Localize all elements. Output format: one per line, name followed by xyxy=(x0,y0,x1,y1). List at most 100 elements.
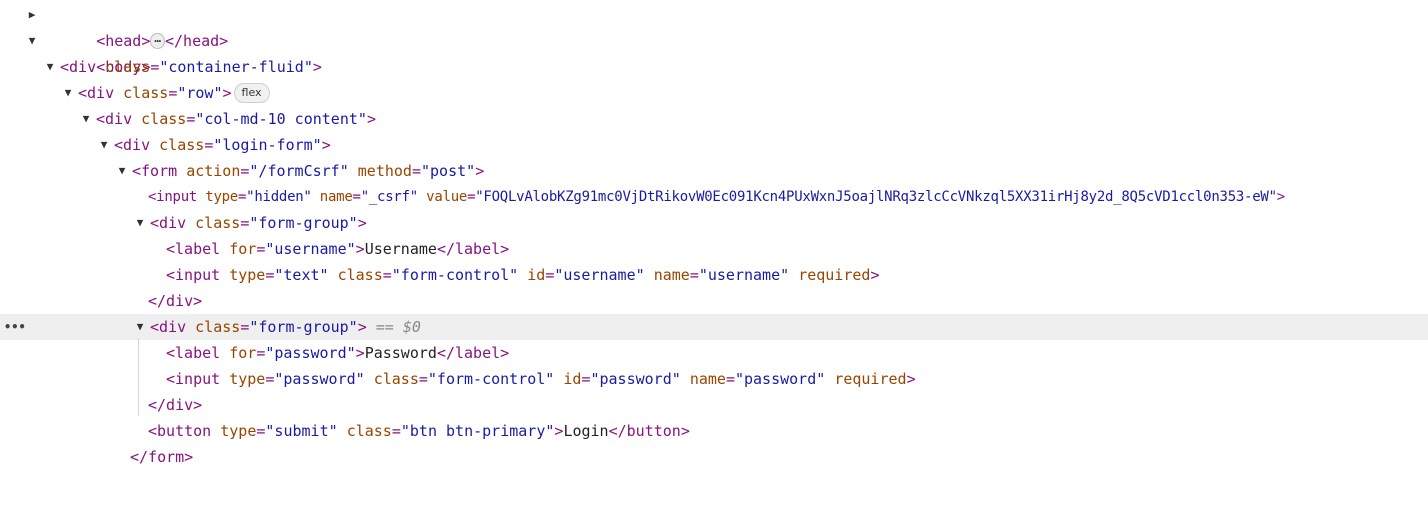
attr-value: "password" xyxy=(265,344,356,362)
attr-value: "username" xyxy=(265,240,356,258)
attr-value: "post" xyxy=(421,162,476,180)
node-container-fluid[interactable]: ▼ <div class="container-fluid"> xyxy=(0,54,1428,80)
node-close-div[interactable]: </div> xyxy=(0,288,1428,314)
node-username-input[interactable]: <input type="text" class="form-control" … xyxy=(0,262,1428,288)
attr-value: "_csrf" xyxy=(360,189,419,205)
expanded-arrow-icon[interactable]: ▼ xyxy=(80,106,92,132)
tag-close: </button> xyxy=(608,422,690,440)
attr-name: class xyxy=(337,266,383,284)
attr-name: class xyxy=(105,58,151,76)
tag-open: <div xyxy=(150,214,187,232)
attr-value: "form-control" xyxy=(427,370,555,388)
attr-value: "/formCsrf" xyxy=(249,162,349,180)
attr-value: "submit" xyxy=(265,422,338,440)
tag-open: <div xyxy=(60,58,97,76)
collapsed-arrow-icon[interactable]: ▶ xyxy=(26,2,38,28)
expanded-arrow-icon[interactable]: ▼ xyxy=(134,314,146,340)
tag-close: </label> xyxy=(436,344,510,362)
attr-name: action xyxy=(186,162,241,180)
tag-end: > xyxy=(355,344,365,362)
selected-node-marker: == $0 xyxy=(375,318,421,336)
tag-end: > xyxy=(222,84,232,102)
tag-open: <input xyxy=(166,370,221,388)
tag-end: > xyxy=(357,214,367,232)
attr-name: name xyxy=(319,189,353,205)
attr-name: method xyxy=(357,162,412,180)
attr-name: required xyxy=(834,370,907,388)
attr-name: for xyxy=(229,240,257,258)
attr-value: "hidden" xyxy=(246,189,312,205)
flex-badge[interactable]: flex xyxy=(233,82,270,103)
node-row[interactable]: ▼ <div class="row"> flex xyxy=(0,80,1428,106)
text-node: Username xyxy=(364,240,437,258)
tag-close: </div> xyxy=(148,292,203,310)
expanded-arrow-icon[interactable]: ▼ xyxy=(116,158,128,184)
tag-end: > xyxy=(906,370,916,388)
tag-end: > xyxy=(321,136,331,154)
attr-value: "col-md-10 content" xyxy=(195,110,367,128)
node-submit-button[interactable]: <button type="submit" class="btn btn-pri… xyxy=(0,418,1428,444)
tag-open: <div xyxy=(150,318,187,336)
attr-name: type xyxy=(220,422,257,440)
expanded-arrow-icon[interactable]: ▼ xyxy=(134,210,146,236)
attr-value: "password" xyxy=(590,370,681,388)
attr-value: "username" xyxy=(698,266,790,284)
attr-value: "form-group" xyxy=(249,318,358,336)
expanded-arrow-icon[interactable]: ▼ xyxy=(44,54,56,80)
tag-close: </form> xyxy=(130,448,194,466)
node-csrf-input[interactable]: <input type="hidden" name="_csrf" value=… xyxy=(0,184,1428,210)
attr-value: "btn btn-primary" xyxy=(400,422,555,440)
tag-end: > xyxy=(366,110,376,128)
attr-name: class xyxy=(346,422,392,440)
attr-value: "username" xyxy=(554,266,645,284)
node-login-form[interactable]: ▼ <div class="login-form"> xyxy=(0,132,1428,158)
tag-end: > xyxy=(355,240,365,258)
attr-name: class xyxy=(373,370,419,388)
tag-open: <div xyxy=(78,84,115,102)
node-col[interactable]: ▼ <div class="col-md-10 content"> xyxy=(0,106,1428,132)
expanded-arrow-icon[interactable]: ▼ xyxy=(26,28,38,54)
node-body[interactable]: ▼ <body> xyxy=(0,28,1428,76)
attr-value: "password" xyxy=(734,370,826,388)
node-username-label[interactable]: <label for="username">Username</label> xyxy=(0,236,1428,262)
tag-end: > xyxy=(475,162,485,180)
attr-name: name xyxy=(689,370,726,388)
attr-name: type xyxy=(229,266,266,284)
tag-end: > xyxy=(870,266,880,284)
tag-close: </label> xyxy=(436,240,510,258)
node-head[interactable]: ▶ <head>… </head> xyxy=(0,2,1428,50)
node-form-group[interactable]: ▼ <div class="form-group"> xyxy=(0,210,1428,236)
tag-open: <label xyxy=(166,344,221,362)
node-close-div[interactable]: </div> xyxy=(0,392,1428,418)
node-close-form[interactable]: </form> xyxy=(0,444,1428,470)
node-password-label[interactable]: <label for="password">Password</label> xyxy=(0,340,1428,366)
tag-close: </div> xyxy=(148,396,203,414)
tag-open: <input xyxy=(166,266,221,284)
attr-value: "container-fluid" xyxy=(159,58,313,76)
attr-name: id xyxy=(563,370,582,388)
tag-open: <label xyxy=(166,240,221,258)
attr-name: name xyxy=(653,266,690,284)
csrf-token-value: "FOQLvAlobKZg91mc0VjDtRikovW0Ec091Kcn4PU… xyxy=(475,189,1277,205)
attr-value: "form-control" xyxy=(391,266,519,284)
node-form[interactable]: ▼ <form action="/formCsrf" method="post"… xyxy=(0,158,1428,184)
node-form-group-selected[interactable]: ••• ▼ <div class="form-group"> == $0 xyxy=(0,314,1428,340)
expanded-arrow-icon[interactable]: ▼ xyxy=(62,80,74,106)
attr-name: class xyxy=(123,84,169,102)
tag-open: <div xyxy=(114,136,151,154)
tag-end: > xyxy=(1276,189,1285,205)
node-password-input[interactable]: <input type="password" class="form-contr… xyxy=(0,366,1428,392)
tag-end: > xyxy=(357,318,367,336)
attr-name: for xyxy=(229,344,257,362)
attr-value: "login-form" xyxy=(213,136,322,154)
tag-end: > xyxy=(312,58,322,76)
expanded-arrow-icon[interactable]: ▼ xyxy=(98,132,110,158)
attr-value: "text" xyxy=(274,266,329,284)
attr-value: "form-group" xyxy=(249,214,358,232)
dom-tree: ▶ <head>… </head> ▼ <body> ▼ <div class="… xyxy=(0,0,1428,472)
attr-value: "password" xyxy=(274,370,365,388)
attr-name: class xyxy=(141,110,187,128)
tag-open: <div xyxy=(96,110,133,128)
attr-value: "row" xyxy=(177,84,223,102)
more-options-icon[interactable]: ••• xyxy=(4,314,26,340)
